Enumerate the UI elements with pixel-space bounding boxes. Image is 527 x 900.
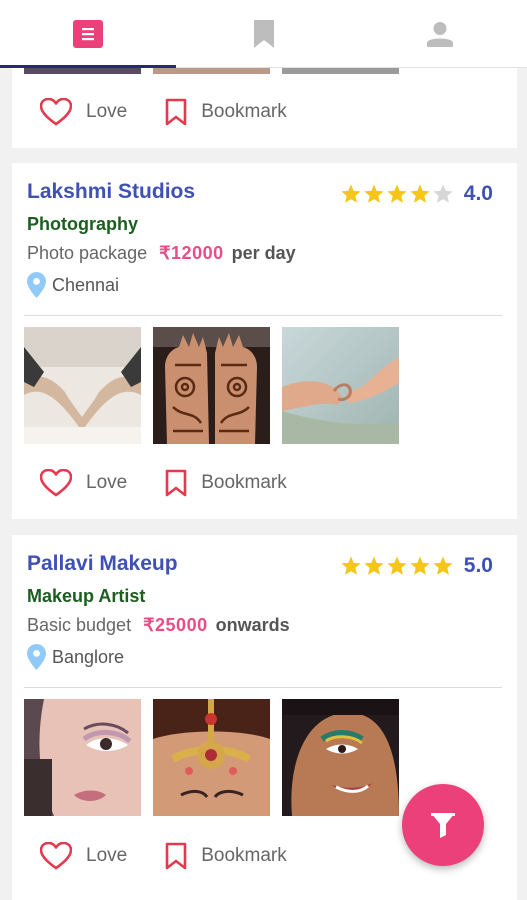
vendor-category: Makeup Artist (27, 586, 146, 606)
listing-card-partial: Love Bookmark (12, 68, 517, 148)
location: Banglore (27, 644, 124, 670)
filter-icon (431, 813, 455, 838)
filter-button[interactable] (402, 784, 484, 866)
price-label: Basic budget (27, 615, 132, 635)
hands-heart-photo[interactable] (24, 327, 141, 444)
bookmark-button[interactable]: Bookmark (165, 469, 287, 497)
divider (24, 315, 502, 316)
star-empty-icon (433, 184, 453, 203)
bookmark-outline-icon (165, 98, 187, 126)
rating-value: 5.0 (463, 554, 493, 577)
star-icon (410, 184, 430, 203)
listing-card[interactable]: Lakshmi Studios 4.0 Photography Photo pa… (12, 163, 517, 519)
star-rating (339, 183, 454, 205)
price-label: Photo package (27, 243, 148, 263)
photo-strip (24, 68, 141, 74)
tab-feed[interactable] (0, 0, 175, 68)
star-icon (364, 184, 384, 203)
love-label: Love (86, 101, 128, 122)
location-name: Banglore (52, 646, 125, 667)
photo-strip (153, 68, 270, 74)
heart-icon (40, 842, 72, 870)
star-icon (387, 184, 407, 203)
star-icon (341, 556, 361, 575)
list-icon (72, 20, 103, 48)
bookmark-outline-icon (165, 842, 187, 870)
location-pin-icon (27, 644, 46, 670)
price-unit: per day (231, 243, 296, 263)
tab-bookmarks[interactable] (176, 0, 351, 68)
star-icon (387, 556, 407, 575)
photo-strip (282, 68, 399, 74)
love-button[interactable]: Love (40, 842, 127, 870)
bookmark-icon (253, 20, 274, 48)
location: Chennai (27, 272, 119, 298)
star-icon (410, 556, 430, 575)
price-row: Photo package ₹12000 per day (27, 243, 296, 264)
vendor-name[interactable]: Pallavi Makeup (27, 552, 178, 576)
price-row: Basic budget ₹25000 onwards (27, 615, 290, 636)
eye-makeup-photo[interactable] (24, 699, 141, 816)
henna-hands-photo[interactable] (153, 327, 270, 444)
bookmark-outline-icon (165, 469, 187, 497)
photo-gallery (24, 699, 411, 816)
love-button[interactable]: Love (40, 469, 127, 497)
smiling-makeup-photo[interactable] (282, 699, 399, 816)
star-icon (341, 184, 361, 203)
tab-bar (0, 0, 527, 68)
heart-icon (40, 98, 72, 126)
bookmark-button[interactable]: Bookmark (165, 98, 287, 126)
divider (24, 687, 502, 688)
vendor-name[interactable]: Lakshmi Studios (27, 180, 195, 204)
active-tab-indicator (0, 65, 176, 68)
star-rating (339, 555, 454, 577)
person-icon (426, 22, 453, 47)
price-unit: onwards (215, 615, 290, 635)
location-pin-icon (27, 272, 46, 298)
bookmark-label: Bookmark (201, 472, 287, 493)
rating-value: 4.0 (463, 182, 493, 205)
star-icon (433, 556, 453, 575)
vendor-category: Photography (27, 214, 138, 234)
price-value: ₹12000 (159, 243, 224, 263)
bookmark-label: Bookmark (201, 101, 287, 122)
love-label: Love (86, 472, 128, 493)
love-button[interactable]: Love (40, 98, 127, 126)
heart-icon (40, 469, 72, 497)
love-label: Love (86, 845, 128, 866)
bridal-jewelry-photo[interactable] (153, 699, 270, 816)
location-name: Chennai (52, 274, 120, 295)
star-icon (364, 556, 384, 575)
bookmark-button[interactable]: Bookmark (165, 842, 287, 870)
price-value: ₹25000 (143, 615, 208, 635)
tab-profile[interactable] (352, 0, 527, 68)
photo-gallery (24, 327, 411, 444)
bookmark-label: Bookmark (201, 845, 287, 866)
holding-fingers-photo[interactable] (282, 327, 399, 444)
